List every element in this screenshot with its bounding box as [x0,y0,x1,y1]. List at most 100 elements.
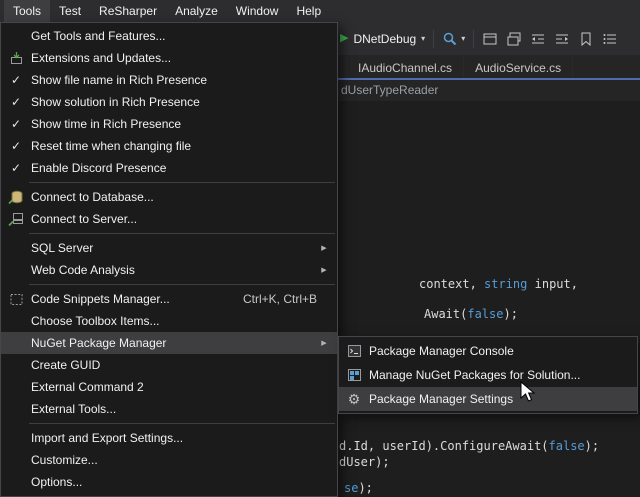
code-line: se); [344,481,373,496]
code-token: ); [585,439,599,453]
menu-item-gutter: ✓ [1,95,31,109]
indent-increase-button[interactable] [554,31,570,47]
new-window-button[interactable] [482,31,498,47]
menu-separator [29,284,335,285]
server-icon [8,212,24,227]
menu-item-customize[interactable]: Customize... [1,449,337,471]
submenu-arrow-icon: ▶ [317,266,331,274]
code-token: dUser); [339,455,390,469]
code-token: input, [527,277,578,291]
menu-separator [29,423,335,424]
submenu-item-manage-nuget-packages-for-solution[interactable]: Manage NuGet Packages for Solution... [339,363,637,387]
code-token: se [344,481,358,495]
menubar-item-analyze[interactable]: Analyze [166,0,227,22]
menu-item-label: Extensions and Updates... [31,51,331,65]
menu-item-create-guid[interactable]: Create GUID [1,354,337,376]
code-token: ); [503,307,517,321]
menu-item-label: Manage NuGet Packages for Solution... [369,368,631,382]
code-token: false [467,307,503,321]
vs-window: Tools Test ReSharper Analyze Window Help… [0,0,640,497]
menubar-item-resharper[interactable]: ReSharper [90,0,166,22]
menu-item-label: Create GUID [31,358,331,372]
menu-item-gutter: ⚙ [339,392,369,406]
menu-item-choose-toolbox-items[interactable]: Choose Toolbox Items... [1,310,337,332]
menu-item-extensions-and-updates[interactable]: Extensions and Updates... [1,47,337,69]
code-token: context, [419,277,484,291]
indent-decrease-icon [530,31,546,47]
nuget-submenu: Package Manager Console Manage NuGet Pac… [338,336,638,414]
submenu-item-package-manager-console[interactable]: Package Manager Console [339,339,637,363]
menu-item-connect-to-server[interactable]: Connect to Server... [1,208,337,230]
menubar-item-tools[interactable]: Tools [4,0,50,22]
check-icon: ✓ [11,73,21,87]
menu-item-label: Show solution in Rich Presence [31,95,331,109]
menubar-item-window[interactable]: Window [227,0,288,22]
menubar-item-help[interactable]: Help [287,0,330,22]
menu-item-external-tools[interactable]: External Tools... [1,398,337,420]
window-icon [482,31,498,47]
menu-item-options[interactable]: Options... [1,471,337,493]
start-debug-button[interactable]: ▶ DNetDebug ▾ [340,32,425,46]
toolbar-separator [433,30,434,48]
check-icon: ✓ [11,139,21,153]
menu-item-connect-to-database[interactable]: Connect to Database... [1,186,337,208]
menu-separator [29,182,335,183]
menu-item-web-code-analysis[interactable]: Web Code Analysis ▶ [1,259,337,281]
check-icon: ✓ [11,161,21,175]
menu-item-show-solution-rich-presence[interactable]: ✓ Show solution in Rich Presence [1,91,337,113]
check-icon: ✓ [11,95,21,109]
menu-item-nuget-package-manager[interactable]: NuGet Package Manager ▶ [1,332,337,354]
menu-item-get-tools-and-features[interactable]: Get Tools and Features... [1,25,337,47]
menubar-item-test[interactable]: Test [50,0,90,22]
menu-item-gutter [339,368,369,382]
check-icon: ✓ [11,117,21,131]
gear-icon: ⚙ [348,392,361,406]
indent-decrease-button[interactable] [530,31,546,47]
menu-item-gutter: ✓ [1,117,31,131]
menu-item-label: Get Tools and Features... [31,29,331,43]
menu-item-show-file-name-rich-presence[interactable]: ✓ Show file name in Rich Presence [1,69,337,91]
menu-item-label: NuGet Package Manager [31,336,317,350]
menu-item-import-and-export-settings[interactable]: Import and Export Settings... [1,427,337,449]
bookmark-button[interactable] [578,31,594,47]
menu-item-label: Reset time when changing file [31,139,331,153]
submenu-arrow-icon: ▶ [317,339,331,347]
menu-item-label: Show file name in Rich Presence [31,73,331,87]
chevron-down-icon: ▾ [461,35,465,43]
menu-item-label: Package Manager Settings [369,392,631,406]
code-line: context, string input, [419,277,578,292]
packages-icon [347,368,362,382]
duplicate-window-button[interactable] [506,31,522,47]
menu-item-gutter [1,212,31,227]
indent-increase-icon [554,31,570,47]
code-token: d.Id, userId).ConfigureAwait( [339,439,549,453]
menu-item-gutter: ✓ [1,139,31,153]
breadcrumb[interactable]: dUserTypeReader [341,80,438,101]
toolbar-separator [473,30,474,48]
menu-item-reset-time-when-changing-file[interactable]: ✓ Reset time when changing file [1,135,337,157]
menu-item-sql-server[interactable]: SQL Server ▶ [1,237,337,259]
menu-item-label: Connect to Database... [31,190,331,204]
list-members-button[interactable] [602,31,618,47]
menu-item-label: Connect to Server... [31,212,331,226]
menu-item-enable-discord-presence[interactable]: ✓ Enable Discord Presence [1,157,337,179]
menu-item-show-time-rich-presence[interactable]: ✓ Show time in Rich Presence [1,113,337,135]
menu-item-code-snippets-manager[interactable]: Code Snippets Manager... Ctrl+K, Ctrl+B [1,288,337,310]
list-icon [602,31,618,47]
menu-separator [29,233,335,234]
menu-item-label: SQL Server [31,241,317,255]
menu-item-label: Options... [31,475,331,489]
extensions-icon [9,51,24,66]
tab-iaudiochannel[interactable]: IAudioChannel.cs [347,55,464,80]
menu-item-external-command-2[interactable]: External Command 2 [1,376,337,398]
code-token: Await( [424,307,467,321]
attach-process-button[interactable]: ▾ [442,31,465,47]
menu-item-gutter [1,51,31,66]
tab-audioservice[interactable]: AudioService.cs [464,55,573,80]
menu-item-label: External Tools... [31,402,331,416]
menu-item-gutter [339,344,369,358]
submenu-item-package-manager-settings[interactable]: ⚙ Package Manager Settings [339,387,637,411]
cursor-arrow-icon [520,381,540,403]
menu-item-label: Customize... [31,453,331,467]
menu-bar: Tools Test ReSharper Analyze Window Help [0,0,640,22]
